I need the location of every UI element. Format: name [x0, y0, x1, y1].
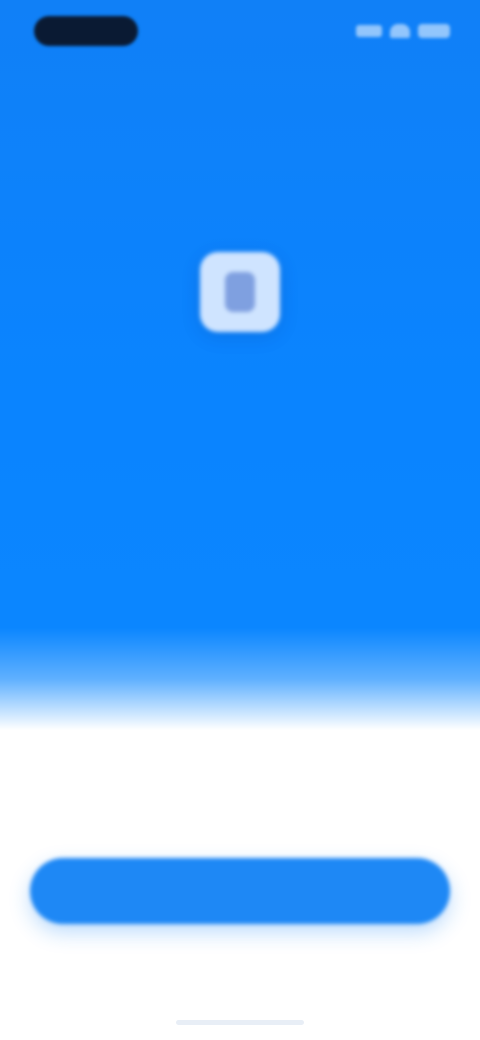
app-logo-glyph [225, 272, 255, 312]
status-icons [354, 20, 450, 42]
status-time [34, 16, 138, 46]
home-indicator [176, 1020, 304, 1025]
welcome-screen [0, 0, 480, 1040]
primary-action-button[interactable] [30, 858, 450, 924]
wifi-icon [390, 24, 410, 38]
hero-background [0, 0, 480, 730]
secondary-action-link[interactable] [190, 946, 290, 974]
battery-icon [418, 24, 450, 38]
app-logo-icon [200, 252, 280, 332]
signal-icon [356, 25, 382, 37]
status-bar [0, 0, 480, 60]
